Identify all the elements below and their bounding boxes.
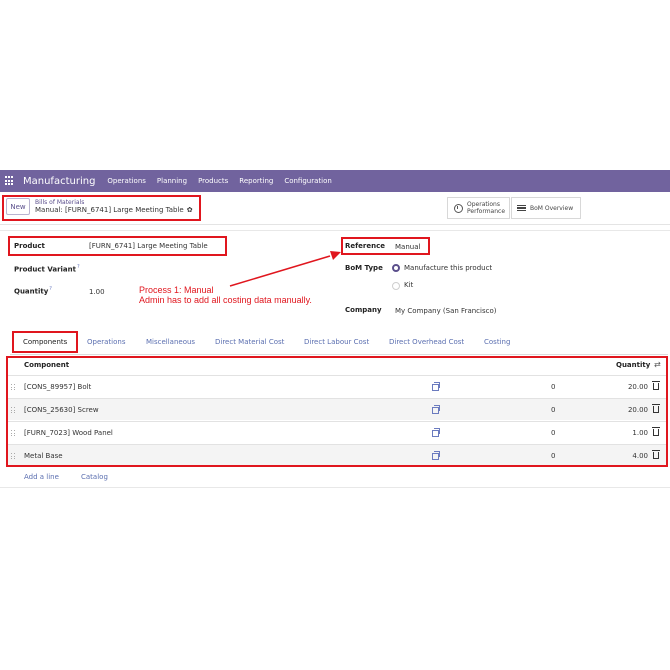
radio-manufacture-label: Manufacture this product — [404, 264, 493, 272]
bom-type-label: BoM Type — [345, 264, 383, 272]
quantity-label: Quantity? — [14, 286, 52, 296]
highlight-product-box — [8, 236, 227, 256]
highlight-breadcrumb-box — [2, 195, 201, 221]
tab-miscellaneous[interactable]: Miscellaneous — [146, 338, 195, 346]
product-variant-label: Product Variant? — [14, 264, 80, 274]
top-navbar: Manufacturing Operations Planning Produc… — [0, 170, 670, 192]
tabs-divider — [10, 354, 668, 355]
menu-planning[interactable]: Planning — [157, 177, 187, 185]
menu-reporting[interactable]: Reporting — [239, 177, 273, 185]
company-label: Company — [345, 306, 382, 314]
radio-kit[interactable] — [392, 282, 400, 290]
highlight-reference-box — [341, 237, 430, 255]
bom-overview-button[interactable]: BoM Overview — [511, 197, 581, 219]
tab-costing[interactable]: Costing — [484, 338, 510, 346]
page: Manufacturing Operations Planning Produc… — [0, 0, 670, 670]
tab-operations[interactable]: Operations — [87, 338, 125, 346]
menu-products[interactable]: Products — [198, 177, 228, 185]
annotation-line-1: Process 1: Manual — [139, 285, 214, 295]
tab-direct-labour-cost[interactable]: Direct Labour Cost — [304, 338, 369, 346]
highlight-components-tab-box — [12, 331, 78, 353]
add-line-link[interactable]: Add a line — [24, 473, 59, 481]
clock-icon — [454, 203, 463, 213]
tab-direct-material-cost[interactable]: Direct Material Cost — [215, 338, 284, 346]
app-grid-icon[interactable] — [5, 176, 15, 186]
operations-performance-label: Operations Performance — [467, 201, 506, 215]
radio-kit-label: Kit — [404, 281, 414, 289]
operations-performance-button[interactable]: Operations Performance — [447, 197, 510, 219]
bars-icon — [517, 204, 526, 212]
menu-configuration[interactable]: Configuration — [284, 177, 331, 185]
annotation-line-2: Admin has to add all costing data manual… — [139, 295, 312, 305]
bom-overview-label: BoM Overview — [530, 204, 574, 212]
catalog-link[interactable]: Catalog — [81, 473, 108, 481]
quantity-field[interactable]: 1.00 — [89, 288, 105, 296]
tab-direct-overhead-cost[interactable]: Direct Overhead Cost — [389, 338, 464, 346]
annotation-note: Process 1: Manual Admin has to add all c… — [139, 285, 312, 305]
app-name[interactable]: Manufacturing — [23, 176, 95, 187]
company-field[interactable]: My Company (San Francisco) — [395, 307, 496, 315]
radio-manufacture[interactable] — [392, 264, 400, 272]
highlight-components-table-box — [6, 356, 668, 467]
menu-operations[interactable]: Operations — [107, 177, 145, 185]
